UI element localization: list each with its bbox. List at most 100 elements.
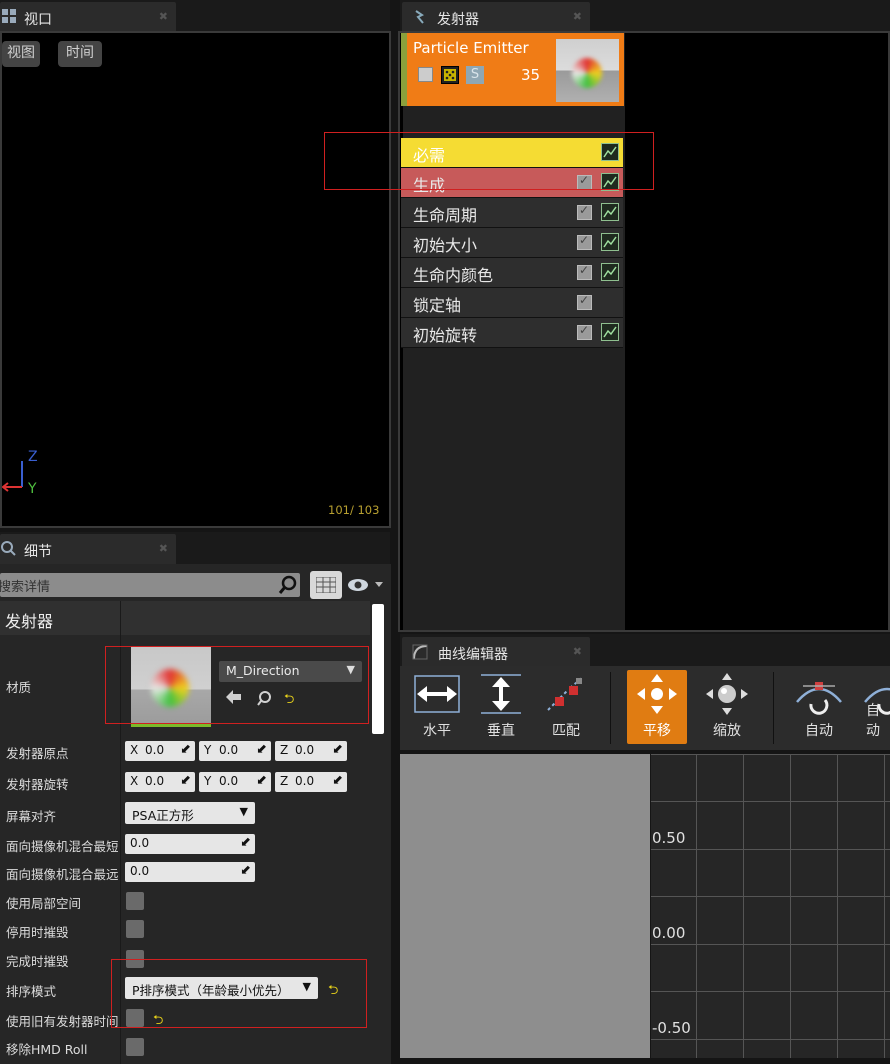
search-icon[interactable] <box>278 575 298 599</box>
cam-blend-max-field[interactable]: 0.0 ⬋ <box>125 862 255 882</box>
legacy-time-checkbox[interactable] <box>126 1009 144 1027</box>
tool-label: 自动 <box>866 703 880 739</box>
module-required[interactable]: 必需 <box>401 138 623 168</box>
module-enable-checkbox[interactable] <box>577 293 592 310</box>
reset-to-default-icon[interactable]: ⮌ <box>153 1011 163 1033</box>
pan-button[interactable]: 平移 <box>627 670 687 744</box>
module-enable-checkbox[interactable] <box>577 233 592 250</box>
emitter-tab-icon <box>414 10 426 28</box>
auto-clamped-button[interactable]: 自动 <box>856 668 890 744</box>
tab-viewport[interactable]: 视口 ✖ <box>0 2 176 32</box>
material-label: 材质 <box>6 680 32 695</box>
curve-graph[interactable] <box>651 754 890 1058</box>
rotation-z-field[interactable]: Z 0.0 ⬋ <box>275 772 347 792</box>
sort-mode-label: 排序模式 <box>6 984 57 999</box>
module-spawn[interactable]: 生成 <box>401 168 623 198</box>
module-lock-axis[interactable]: 锁定轴 <box>401 288 623 318</box>
search-placeholder: 搜索详情 <box>0 580 51 595</box>
zoom-button[interactable]: 缩放 <box>696 668 758 744</box>
details-search-icon <box>0 540 16 560</box>
curve-graph-icon[interactable] <box>601 143 619 161</box>
legacy-time-label: 使用旧有发射器时间 <box>6 1014 119 1029</box>
tab-curve-editor[interactable]: 曲线编辑器 ✖ <box>402 637 590 667</box>
details-search-input[interactable]: 搜索详情 <box>0 573 300 597</box>
tab-emitter[interactable]: 发射器 ✖ <box>402 2 590 32</box>
cam-blend-min-field[interactable]: 0.0 ⬋ <box>125 834 255 854</box>
module-color-over-life[interactable]: 生命内颜色 <box>401 258 623 288</box>
auto-tangent-button[interactable]: 自动 <box>788 668 850 744</box>
module-initial-size[interactable]: 初始大小 <box>401 228 623 258</box>
fit-vertical-button[interactable]: 垂直 <box>470 668 532 744</box>
kill-on-deactivate-label: 停用时摧毁 <box>6 925 69 940</box>
hmd-roll-checkbox[interactable] <box>126 1038 144 1056</box>
rotation-x-field[interactable]: X 0.0 ⬋ <box>125 772 195 792</box>
emitter-tab-label: 发射器 <box>437 12 479 28</box>
screen-align-label: 屏幕对齐 <box>6 809 57 824</box>
module-enable-checkbox[interactable] <box>577 203 592 220</box>
origin-x-field[interactable]: X 0.0 ⬋ <box>125 741 195 761</box>
emitter-card[interactable]: Particle Emitter S 35 <box>401 33 624 106</box>
browse-search-icon[interactable] <box>257 690 273 710</box>
reset-to-default-icon[interactable]: ⮌ <box>328 981 338 1003</box>
module-initial-rotation[interactable]: 初始旋转 <box>401 318 623 348</box>
module-enable-checkbox[interactable] <box>577 263 592 280</box>
tool-label: 自动 <box>805 723 833 739</box>
tool-label: 缩放 <box>713 723 741 739</box>
tab-details[interactable]: 细节 ✖ <box>0 534 176 564</box>
local-space-checkbox[interactable] <box>126 892 144 910</box>
module-enable-checkbox[interactable] <box>577 323 592 340</box>
module-lifetime[interactable]: 生命周期 <box>401 198 623 228</box>
cam-blend-min-label: 面向摄像机混合最短 <box>6 839 119 854</box>
emitter-enable-checkbox[interactable] <box>418 67 433 82</box>
sort-mode-dropdown[interactable]: P排序模式（年龄最小优先） ▼ <box>125 977 318 999</box>
curve-graph-icon[interactable] <box>601 323 619 341</box>
module-label: 生成 <box>413 176 446 195</box>
fit-horizontal-button[interactable]: 水平 <box>406 668 468 744</box>
emitter-name: Particle Emitter <box>413 39 529 57</box>
axis-z-label: Z <box>28 449 38 465</box>
module-label: 生命内颜色 <box>413 266 494 285</box>
details-scrollbar[interactable] <box>372 604 384 734</box>
eye-visibility-icon[interactable] <box>347 576 387 598</box>
use-selected-arrow-icon[interactable] <box>226 690 242 708</box>
category-title: 发射器 <box>5 612 54 631</box>
kill-on-complete-label: 完成时摧毁 <box>6 954 69 969</box>
time-button[interactable]: 时间 <box>58 41 102 67</box>
reset-to-default-icon[interactable]: ⮌ <box>284 690 294 712</box>
screen-align-dropdown[interactable]: PSA正方形 ▼ <box>125 802 255 824</box>
view-button[interactable]: 视图 <box>2 41 40 67</box>
close-icon[interactable]: ✖ <box>573 645 582 658</box>
fit-button[interactable]: 匹配 <box>535 668 597 744</box>
category-header[interactable]: 发射器 <box>0 601 370 635</box>
tool-label: 匹配 <box>552 723 580 739</box>
y-axis-label: -0.50 <box>652 1019 691 1037</box>
solo-button[interactable]: S <box>466 66 484 84</box>
hmd-roll-label: 移除HMD Roll <box>6 1042 88 1057</box>
frame-counter: 101/ 103 <box>328 503 380 517</box>
curve-graph-icon[interactable] <box>601 263 619 281</box>
close-icon[interactable]: ✖ <box>159 542 168 555</box>
curve-graph-icon[interactable] <box>601 203 619 221</box>
curve-graph-icon[interactable] <box>601 173 619 191</box>
kill-on-complete-checkbox[interactable] <box>126 950 144 968</box>
module-enable-checkbox[interactable] <box>577 173 592 190</box>
curve-graph-icon[interactable] <box>601 233 619 251</box>
origin-label: 发射器原点 <box>6 746 69 761</box>
rotation-y-field[interactable]: Y 0.0 ⬋ <box>199 772 271 792</box>
material-thumbnail[interactable] <box>131 647 211 727</box>
tool-label: 水平 <box>423 723 451 739</box>
module-label: 必需 <box>413 146 446 165</box>
origin-y-field[interactable]: Y 0.0 ⬋ <box>199 741 271 761</box>
curve-editor-tab-label: 曲线编辑器 <box>438 647 508 663</box>
curve-track-list[interactable] <box>400 754 650 1058</box>
origin-z-field[interactable]: Z 0.0 ⬋ <box>275 741 347 761</box>
viewport-grid-icon <box>2 9 16 27</box>
emitter-render-mode-icon[interactable] <box>441 66 459 84</box>
module-label: 初始旋转 <box>413 326 478 345</box>
close-icon[interactable]: ✖ <box>159 10 168 23</box>
property-matrix-button[interactable] <box>310 571 342 599</box>
viewport-panel[interactable]: 视图 时间 Z Y 101/ 103 <box>0 31 391 528</box>
kill-on-deactivate-checkbox[interactable] <box>126 920 144 938</box>
material-asset-dropdown[interactable]: M_Direction ▼ <box>219 661 362 682</box>
close-icon[interactable]: ✖ <box>573 10 582 23</box>
